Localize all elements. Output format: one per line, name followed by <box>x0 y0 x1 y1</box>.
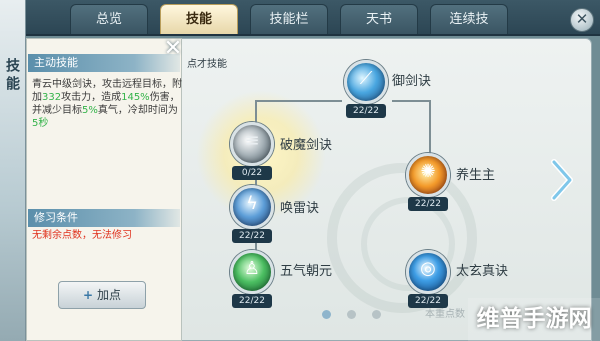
desc-text-4: 真气，冷却时间为 <box>97 105 178 116</box>
skill-description: 青云中级剑诀，攻击远程目标，附加332攻击力，造成145%伤害，并减少目标5%真… <box>32 78 182 130</box>
requirement-header: 修习条件 <box>28 209 180 227</box>
requirement-text: 无剩余点数，无法修习 <box>32 230 132 241</box>
corner-hint: 点才技能 <box>187 59 227 70</box>
plus-icon: + <box>82 288 94 302</box>
add-point-button[interactable]: + 加点 <box>58 281 146 309</box>
page-dot[interactable] <box>372 310 381 319</box>
page-dot[interactable] <box>347 310 356 319</box>
active-skill-header: 主动技能 <box>28 54 180 72</box>
skill-node-yangsheng[interactable]: ✺ 22/22 <box>402 153 454 215</box>
link-yujian-to-yangsheng <box>392 100 431 156</box>
skill-node-huanlei[interactable]: ϟ 22/22 <box>226 185 278 247</box>
skill-level: 0/22 <box>232 166 272 180</box>
watermark: 维普手游网 <box>468 298 600 341</box>
skill-node-taixuan[interactable]: ◎ 22/22 <box>402 250 454 312</box>
desc-text-2: 攻击力，造成 <box>61 92 122 103</box>
skill-level: 22/22 <box>408 197 448 211</box>
skill-node-wuqi[interactable]: ♙ 22/22 <box>226 250 278 312</box>
page-indicator <box>322 310 386 320</box>
page-dot[interactable] <box>322 310 331 319</box>
skill-level: 22/22 <box>232 229 272 243</box>
skill-level: 22/22 <box>346 104 386 118</box>
desc-reduce-percent: 5% <box>82 105 98 116</box>
desc-attack-value: 332 <box>42 92 62 103</box>
skill-name-huanlei: 唤雷诀 <box>280 201 320 216</box>
skill-node-yujian[interactable]: ⟋ 22/22 <box>340 60 392 122</box>
add-point-label: 加点 <box>97 288 122 302</box>
desc-damage-percent: 145% <box>121 92 150 103</box>
skill-name-taixuan: 太玄真诀 <box>456 264 509 279</box>
skill-name-pomo: 破魔剑诀 <box>280 138 333 153</box>
desc-cooldown: 5秒 <box>32 118 49 129</box>
skill-name-wuqi: 五气朝元 <box>280 264 333 279</box>
skill-name-yujian: 御剑诀 <box>392 74 432 89</box>
skill-node-pomo[interactable]: ≡ 0/22 <box>226 122 278 184</box>
skill-level: 22/22 <box>232 294 272 308</box>
next-page-arrow-icon[interactable] <box>548 158 576 202</box>
skill-name-yangsheng: 养生主 <box>456 168 496 183</box>
